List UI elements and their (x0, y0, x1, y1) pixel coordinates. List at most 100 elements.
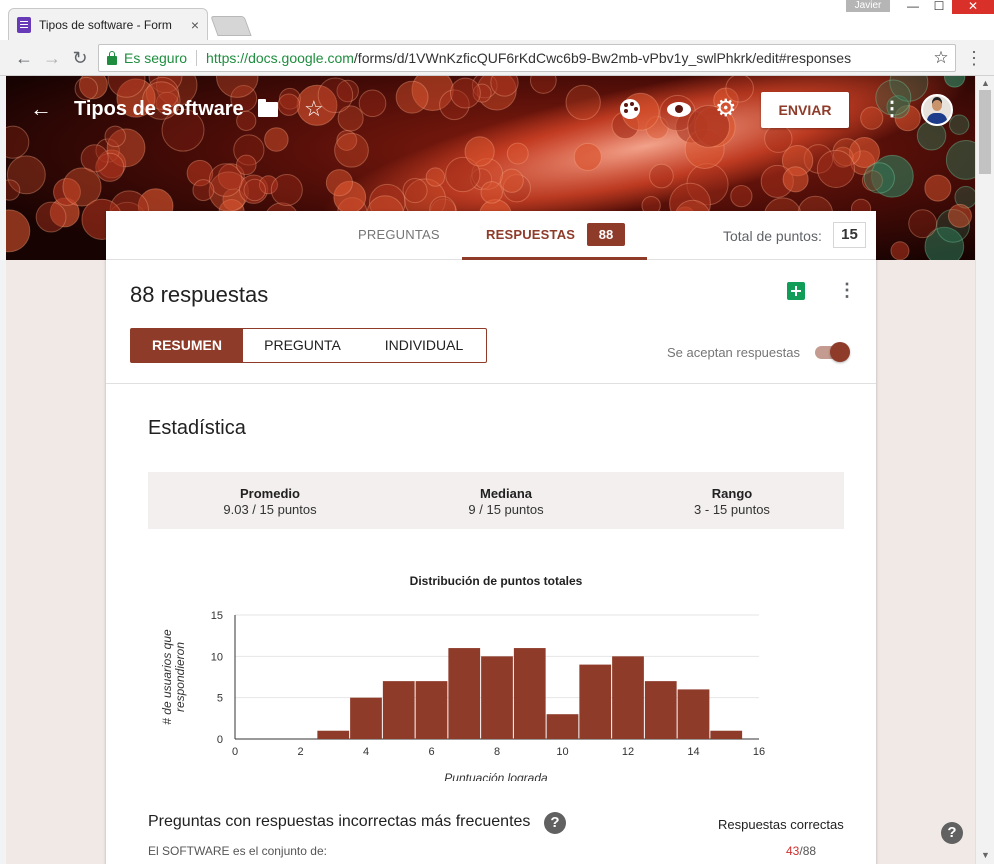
address-bar[interactable]: Es seguro https://docs.google.com/forms/… (98, 44, 956, 72)
stat-range: Rango 3 - 15 puntos (632, 486, 832, 517)
back-arrow-icon[interactable]: ← (28, 96, 54, 122)
scroll-thumb[interactable] (979, 90, 991, 174)
new-tab-button[interactable] (210, 16, 252, 36)
stat-label: Rango (711, 486, 753, 501)
chart-bar[interactable] (481, 656, 513, 739)
browser-tab-title: Tipos de software - Form (39, 17, 172, 32)
chart-x-tick-label: 4 (363, 746, 369, 758)
forms-favicon-icon (17, 16, 31, 33)
help-icon[interactable]: ? (544, 812, 566, 834)
total-points-value: 15 (833, 222, 866, 248)
star-icon[interactable]: ☆ (304, 96, 324, 122)
responses-heading: 88 respuestas (130, 282, 269, 307)
chart-x-tick-label: 0 (232, 746, 238, 758)
chart-x-tick-label: 10 (556, 746, 568, 758)
chart-bar[interactable] (513, 648, 546, 739)
chart-x-tick-label: 6 (428, 746, 434, 758)
browser-back-icon[interactable]: ← (12, 46, 36, 70)
more-vert-icon[interactable]: ⋮ (882, 96, 902, 122)
view-individual-button[interactable]: INDIVIDUAL (362, 328, 487, 363)
chart-bar[interactable] (415, 681, 448, 739)
chart-bar[interactable] (448, 648, 481, 739)
form-title[interactable]: Tipos de software (74, 98, 244, 121)
stats-heading: Estadística (148, 417, 246, 439)
chart-bar[interactable] (317, 730, 350, 739)
send-button[interactable]: ENVIAR (761, 92, 849, 128)
browser-reload-icon[interactable]: ↻ (68, 46, 92, 70)
lock-icon (107, 50, 117, 65)
tab-responses[interactable]: RESPUESTAS (486, 227, 575, 242)
folder-icon[interactable] (258, 99, 278, 117)
chart-x-tick-label: 2 (297, 746, 303, 758)
form-tabs: PREGUNTAS RESPUESTAS 88 Total de puntos:… (106, 211, 876, 260)
browser-titlebar: Tipos de software - Form × Javier — ☐ ✕ (0, 0, 994, 40)
stat-value: 9.03 / 15 puntos (223, 502, 317, 517)
chart-bar[interactable] (677, 689, 710, 739)
chart-bar[interactable] (350, 697, 382, 739)
page-scrollbar[interactable]: ▲ ▼ (975, 76, 994, 864)
chart-bar[interactable] (644, 681, 677, 739)
sheets-icon[interactable] (787, 282, 805, 300)
chart-y-tick-label: 10 (211, 651, 223, 663)
tab-questions[interactable]: PREGUNTAS (358, 227, 440, 242)
view-question-button[interactable]: PREGUNTA (243, 328, 363, 363)
chart-y-tick-label: 0 (217, 734, 223, 746)
browser-forward-icon[interactable]: → (40, 46, 64, 70)
browser-tab[interactable]: Tipos de software - Form × (8, 8, 208, 40)
scroll-down-arrow-icon[interactable]: ▼ (981, 850, 990, 860)
accepting-responses-toggle[interactable] (813, 342, 851, 362)
more-vert-icon[interactable]: ⋮ (838, 277, 856, 303)
browser-user-chip[interactable]: Javier (846, 0, 890, 12)
stat-value: 3 - 15 puntos (694, 502, 770, 517)
correct-answers-heading: Respuestas correctas (718, 817, 844, 832)
palette-icon[interactable] (620, 99, 640, 119)
chart-x-tick-label: 12 (622, 746, 634, 758)
faq-correct-num: 43 (786, 844, 800, 858)
secure-label: Es seguro (124, 50, 188, 66)
stat-value: 9 / 15 puntos (468, 502, 544, 517)
chart-x-label: Puntuación lograda (444, 771, 548, 781)
chart-x-tick-label: 8 (494, 746, 500, 758)
browser-toolbar: ← → ↻ Es seguro https://docs.google.com/… (0, 40, 994, 76)
chart-y-label-line2: respondieron (173, 642, 187, 712)
chart-y-tick-label: 5 (217, 693, 223, 705)
avatar[interactable] (921, 94, 953, 126)
scroll-up-arrow-icon[interactable]: ▲ (981, 78, 990, 88)
chart-title: Distribución de puntos totales (410, 574, 583, 588)
toggle-knob (830, 342, 850, 362)
tab-close-icon[interactable]: × (191, 17, 199, 33)
faq-question: El SOFTWARE es el conjunto de: (148, 844, 327, 858)
stat-label: Promedio (240, 486, 300, 501)
chart-y-tick-label: 15 (211, 610, 223, 622)
faq-total: /88 (799, 844, 817, 858)
bookmark-star-icon[interactable]: ☆ (927, 48, 955, 68)
faq-heading: Preguntas con respuestas incorrectas más… (148, 813, 531, 830)
chart-svg: Distribución de puntos totales 0 5 10 15 0 2… (160, 574, 765, 785)
url-path: /forms/d/1VWnKzficQUF6rKdCwc6b9-Bw2mb-vP… (353, 50, 852, 66)
chart-bar[interactable] (382, 681, 415, 739)
active-tab-indicator (462, 257, 647, 260)
view-summary-button[interactable]: RESUMEN (130, 328, 244, 363)
responses-count-badge: 88 (587, 223, 625, 246)
chart-bar[interactable] (579, 664, 612, 739)
chart-bar[interactable] (612, 656, 644, 739)
points-distribution-chart: Distribución de puntos totales 0 5 10 15 0 2… (148, 551, 844, 785)
stat-average: Promedio 9.03 / 15 puntos (170, 486, 370, 517)
page-content: ← Tipos de software ☆ ⚙ ENVIAR ⋮ PREGUNT… (6, 76, 975, 864)
browser-menu-icon[interactable]: ⋮ (964, 46, 984, 70)
chart-x-tick-label: 16 (753, 746, 765, 758)
stat-median: Mediana 9 / 15 puntos (406, 486, 606, 517)
chart-bar[interactable] (546, 714, 579, 739)
window-close-button[interactable]: ✕ (952, 0, 994, 14)
total-points-label: Total de puntos: (723, 228, 822, 244)
chart-bar[interactable] (710, 730, 743, 739)
eye-icon[interactable] (667, 102, 691, 117)
window-maximize-button[interactable]: ☐ (924, 0, 954, 14)
help-icon[interactable]: ? (941, 822, 963, 844)
faq-correct-count: 43/88 (786, 844, 816, 858)
chart-x-tick-label: 14 (687, 746, 699, 758)
url-text[interactable]: https://docs.google.com/forms/d/1VWnKzfi… (206, 50, 927, 66)
gear-icon[interactable]: ⚙ (715, 96, 737, 122)
divider (106, 383, 876, 384)
url-host: https://docs.google.com (206, 50, 354, 66)
